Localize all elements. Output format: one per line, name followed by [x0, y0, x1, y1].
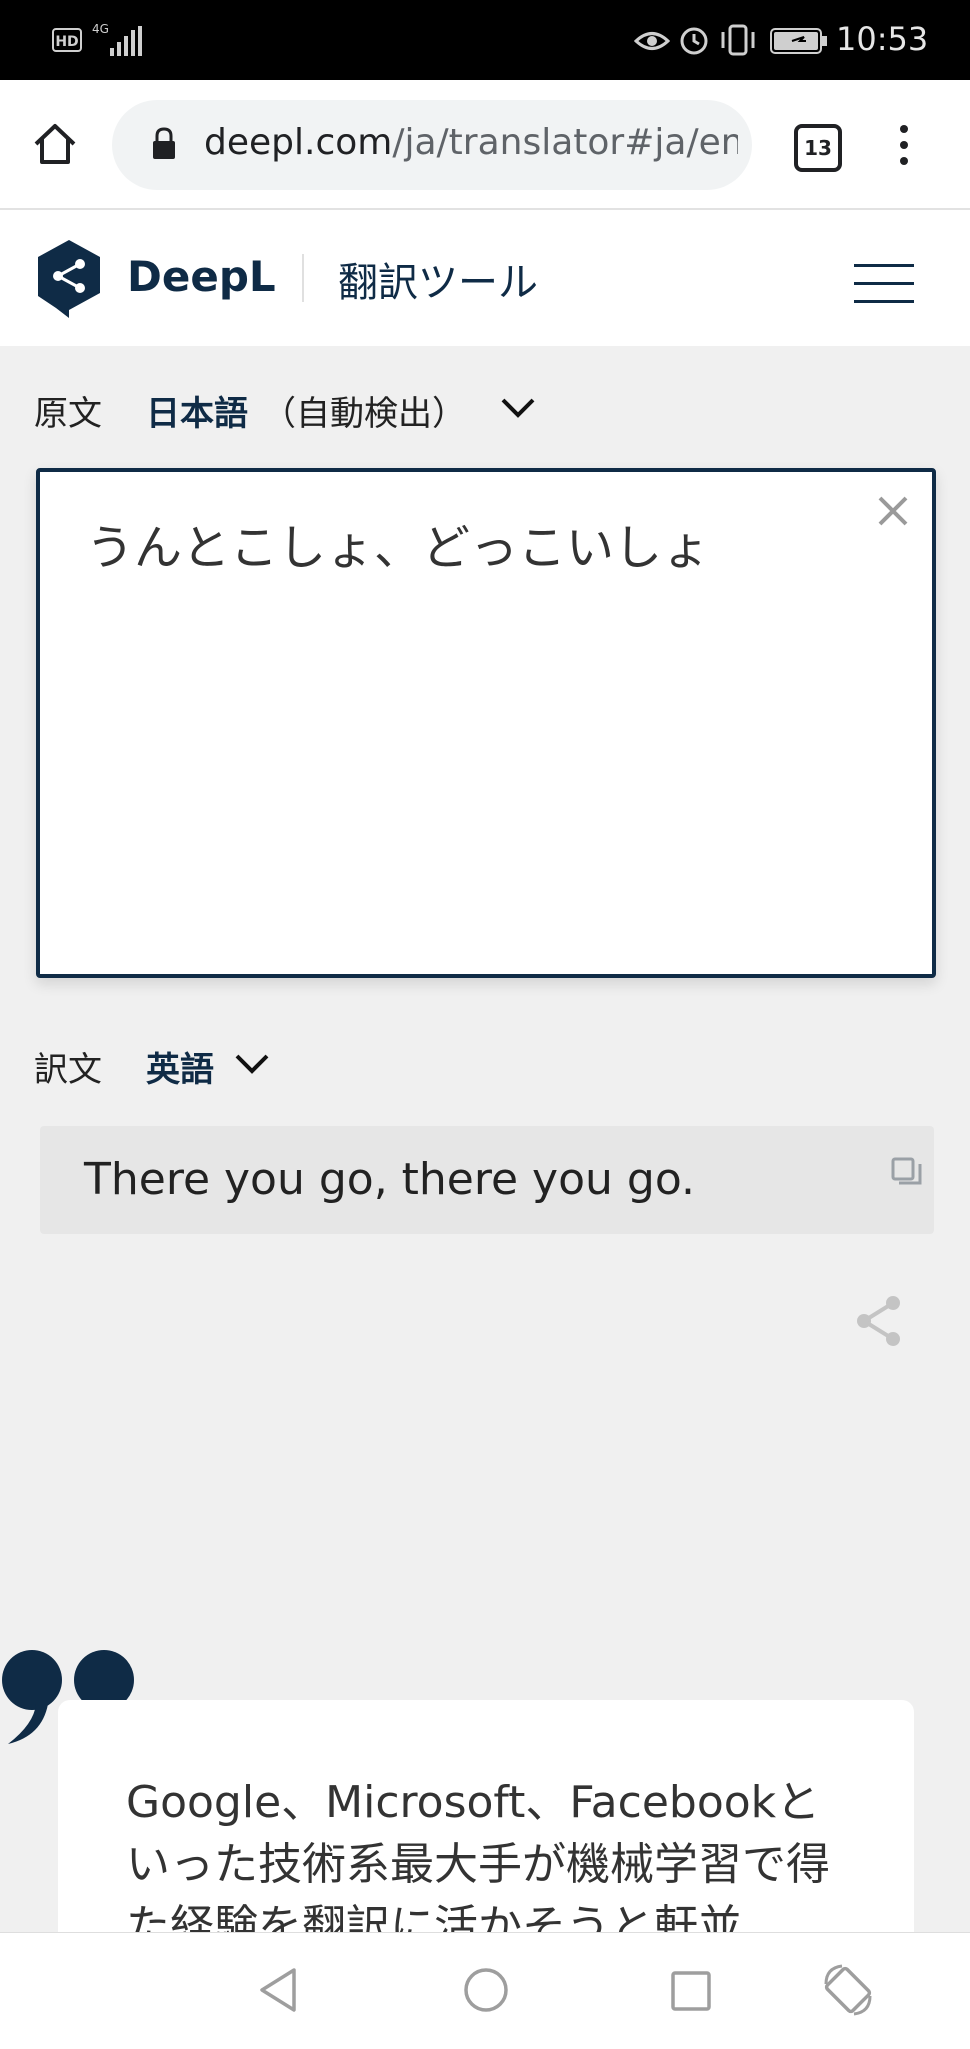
battery-icon	[770, 28, 827, 54]
source-language-selector[interactable]: 日本語	[146, 386, 248, 435]
vibrate-icon	[721, 24, 755, 56]
header-divider	[302, 254, 304, 302]
url-text[interactable]: deepl.com/ja/translator#ja/en/	[204, 122, 738, 163]
chevron-down-icon[interactable]	[500, 396, 536, 420]
source-label: 原文	[34, 394, 102, 434]
share-icon[interactable]	[854, 1294, 904, 1348]
copy-icon[interactable]	[890, 1156, 924, 1190]
hamburger-menu-icon[interactable]	[854, 262, 914, 306]
tab-switcher-button[interactable]: 13	[794, 124, 842, 172]
url-path: /ja/translator#ja/en/	[392, 122, 738, 163]
source-text[interactable]: うんとこしょ、どっこいしょ	[86, 508, 710, 578]
alarm-icon	[680, 27, 708, 55]
auto-detect-label[interactable]: （自動検出）	[262, 386, 466, 435]
back-icon[interactable]	[256, 1966, 300, 2014]
deepl-logo-icon[interactable]	[36, 238, 102, 318]
clear-text-icon[interactable]	[876, 494, 910, 528]
clock: 10:53	[836, 20, 929, 58]
url-domain: deepl.com	[204, 122, 393, 163]
rotate-screen-icon[interactable]	[820, 1962, 876, 2018]
chevron-down-icon[interactable]	[234, 1052, 270, 1076]
signal-icon	[110, 26, 142, 56]
more-menu-icon[interactable]	[896, 122, 912, 168]
home-nav-icon[interactable]	[462, 1966, 510, 2014]
brand-name[interactable]: DeepL	[127, 252, 276, 301]
translation-text: There you go, there you go.	[84, 1154, 695, 1205]
testimonial-text: Google、Microsoft、Facebookといった技術系最大手が機械学習…	[126, 1777, 830, 1952]
eye-icon	[634, 32, 670, 50]
target-label: 訳文	[34, 1050, 102, 1090]
lock-icon	[153, 127, 175, 159]
hd-badge: HD	[52, 28, 82, 52]
target-language-selector[interactable]: 英語	[146, 1042, 214, 1091]
page-title: 翻訳ツール	[338, 260, 538, 306]
recents-icon[interactable]	[670, 1970, 712, 2012]
home-icon[interactable]	[32, 122, 78, 166]
network-type: 4G	[92, 22, 109, 36]
